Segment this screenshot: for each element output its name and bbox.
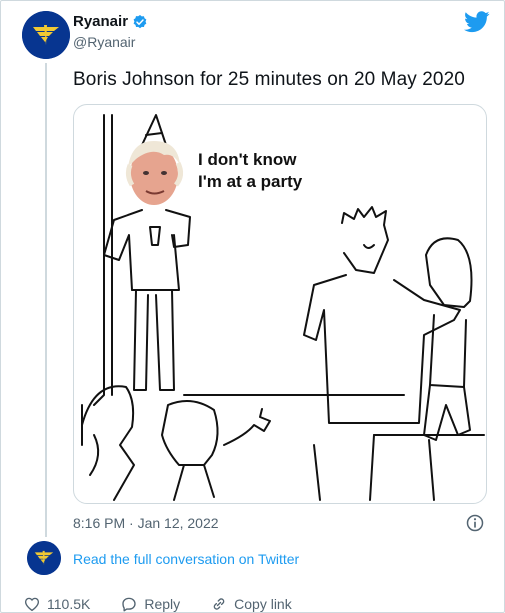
copy-link-button[interactable]: Copy link [210,595,292,613]
tweet-text: Boris Johnson for 25 minutes on 20 May 2… [73,69,465,90]
link-icon [213,598,225,610]
thread-line [45,63,47,537]
copy-link-label: Copy link [234,596,292,612]
info-icon[interactable] [465,513,485,533]
meme-illustration: I don't know I'm at a party [81,114,485,501]
ryanair-logo-icon[interactable] [27,541,61,575]
meme-caption-line1: I don't know [198,150,297,169]
tweet-timestamp[interactable]: 8:16 PM · Jan 12, 2022 [73,515,219,531]
tweet-actions: 110.5K Reply Copy link [23,595,322,613]
boris-head [125,141,184,205]
tweet-card: Ryanair @Ryanair Boris Johnson for 25 mi… [0,0,505,613]
verified-badge-icon [133,14,147,28]
read-conversation-link[interactable]: Read the full conversation on Twitter [73,551,299,567]
meme-caption-line2: I'm at a party [198,172,303,191]
author-handle[interactable]: @Ryanair [73,34,148,50]
reply-icon [122,597,137,612]
ryanair-logo-icon[interactable] [22,11,70,59]
heart-icon [24,597,40,612]
reply-button[interactable]: Reply [120,595,180,613]
tweet-image[interactable]: I don't know I'm at a party [73,104,487,504]
author-block[interactable]: Ryanair @Ryanair [73,13,148,50]
like-count: 110.5K [47,596,91,612]
author-name[interactable]: Ryanair [73,13,128,30]
twitter-bird-icon[interactable] [464,11,490,33]
like-button[interactable]: 110.5K [23,595,90,613]
reply-label: Reply [144,596,181,612]
